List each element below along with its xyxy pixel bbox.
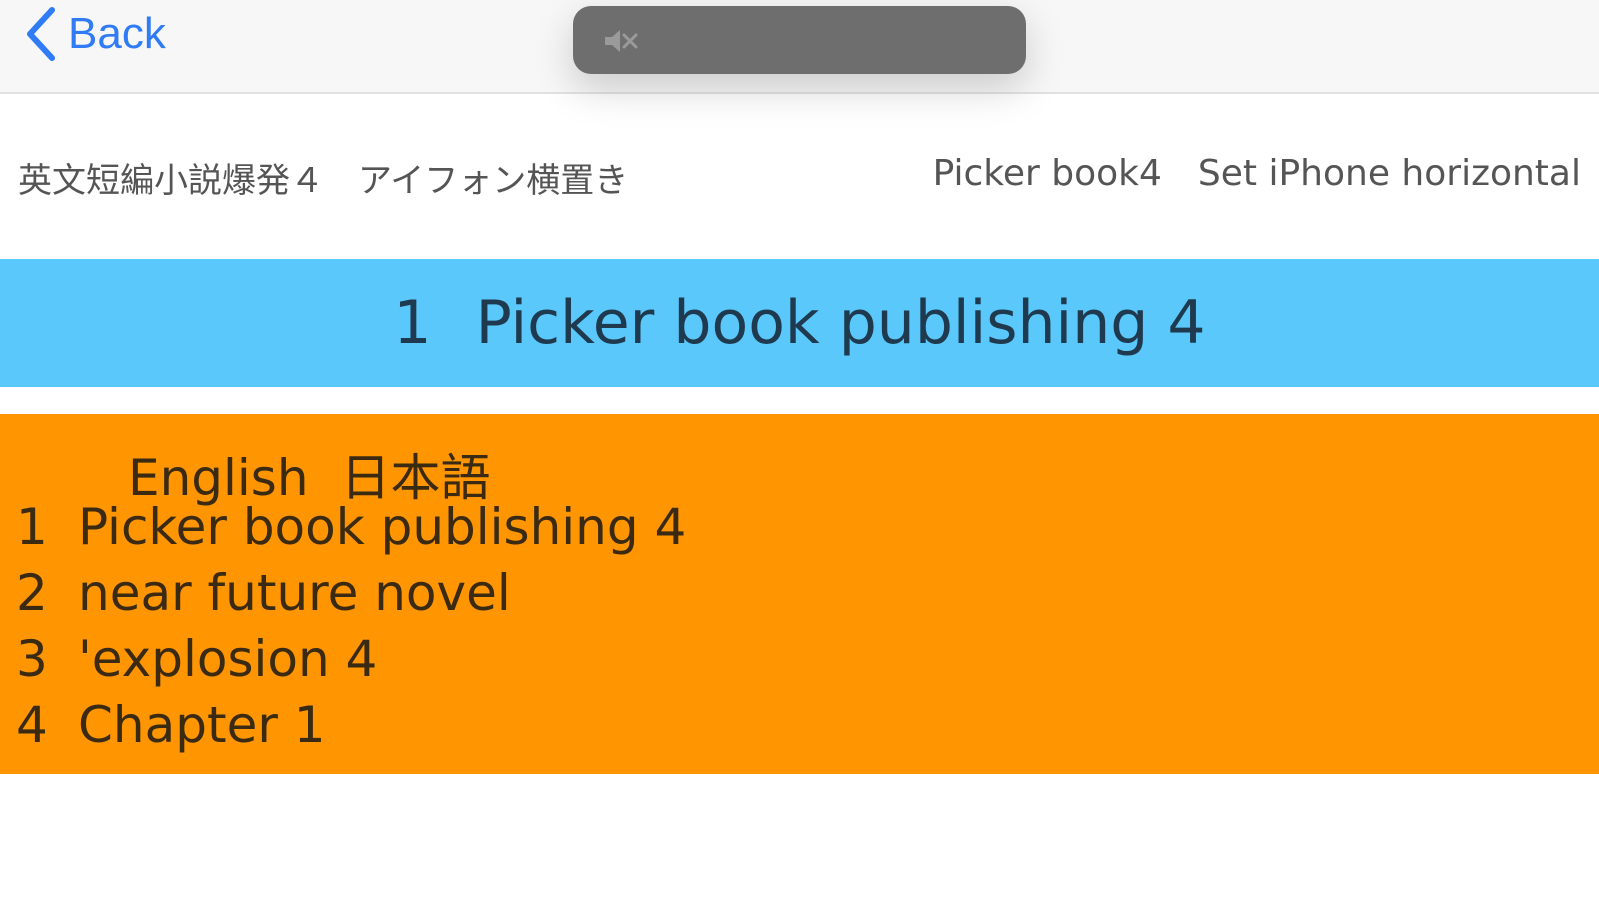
list-item[interactable]: 2 near future novel [16,564,511,622]
app-screen: Back 英文短編小説爆発４ アイフォン横置き Picker book4 Set … [0,0,1599,900]
list-item-number: 3 [16,630,48,688]
book-info-japanese: 英文短編小説爆発４ アイフォン横置き [18,161,629,201]
list-item-text: 'explosion 4 [78,630,378,688]
orientation-hint: Set iPhone horizontal [1197,153,1581,194]
book-info-english: Picker book4 Set iPhone horizontal [933,153,1581,194]
selected-row[interactable]: 1 Picker book publishing 4 [0,259,1599,387]
book-title-label: Picker book4 [932,153,1162,194]
back-button[interactable]: Back [24,4,166,64]
list-item[interactable]: 4 Chapter 1 [16,696,326,754]
list-item-number: 4 [16,696,48,754]
list-item-text: Chapter 1 [78,696,326,754]
speaker-muted-icon [605,30,638,52]
chevron-left-icon [27,7,55,61]
mute-hud [573,6,1026,74]
list-item[interactable]: 1 Picker book publishing 4 [16,498,686,556]
back-label: Back [68,9,166,58]
list-item-text: Picker book publishing 4 [78,498,687,556]
selected-row-title: Picker book publishing 4 [475,288,1206,358]
selected-row-number: 1 [393,288,432,358]
navigation-bar: Back [0,0,1599,94]
list-item-number: 1 [16,498,48,556]
list-item[interactable]: 3 'explosion 4 [16,630,377,688]
content-list-panel: English 日本語 1 Picker book publishing 4 2 ne… [0,414,1599,774]
list-item-text: near future novel [78,564,511,622]
list-item-number: 2 [16,564,48,622]
